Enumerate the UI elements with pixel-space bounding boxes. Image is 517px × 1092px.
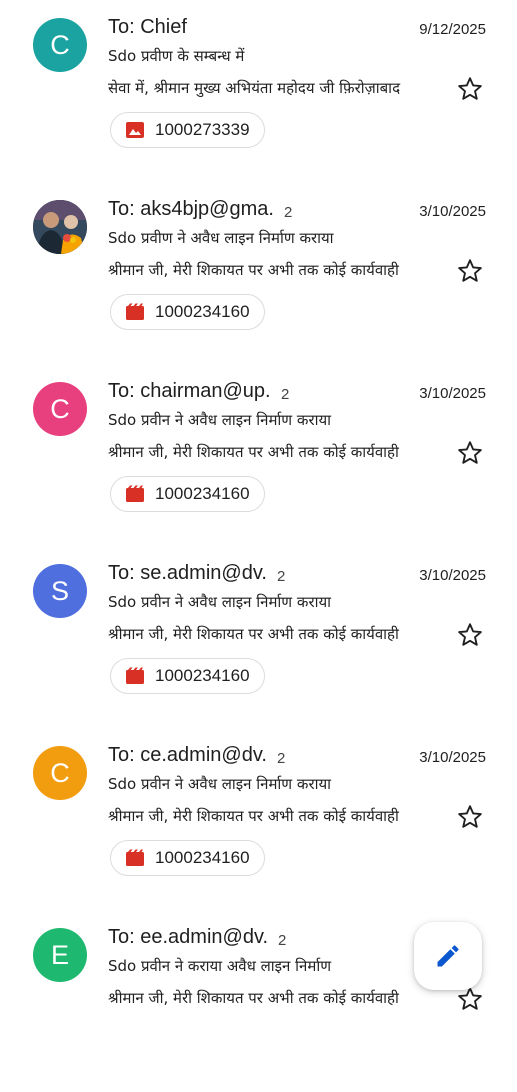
email-row[interactable]: C To: chairman@up. 2 3/10/2025 Sdo प्रवीन ने… xyxy=(0,364,517,546)
date: 3/10/2025 xyxy=(419,567,486,584)
subject: Sdo प्रवीन ने अवैध लाइन निर्माण कराया xyxy=(108,593,332,611)
attachment-name: 1000234160 xyxy=(155,848,250,867)
attachment-chip[interactable]: 1000273339 xyxy=(110,112,265,148)
avatar xyxy=(33,200,87,254)
snippet: श्रीमान जी, मेरी शिकायत पर अभी तक कोई का… xyxy=(108,625,399,643)
avatar: C xyxy=(33,746,87,800)
recipient: To: ce.admin@dv. xyxy=(108,744,267,766)
video-icon xyxy=(126,303,144,320)
star-button[interactable] xyxy=(455,802,485,832)
date: 3/10/2025 xyxy=(419,203,486,220)
attachment-icon xyxy=(125,121,145,139)
subject: Sdo प्रवीन ने कराया अवैध लाइन निर्माण xyxy=(108,957,332,975)
thread-count: 2 xyxy=(281,386,290,403)
recipient: To: ee.admin@dv. xyxy=(108,926,269,948)
snippet: श्रीमान जी, मेरी शिकायत पर अभी तक कोई का… xyxy=(108,443,399,461)
avatar: C xyxy=(33,18,87,72)
subject: Sdo प्रवीण ने अवैध लाइन निर्माण कराया xyxy=(108,229,334,247)
video-icon xyxy=(126,849,144,866)
avatar: C xyxy=(33,382,87,436)
email-row[interactable]: To: aks4bjp@gma. 2 3/10/2025 Sdo प्रवीण ने … xyxy=(0,182,517,364)
avatar: E xyxy=(33,928,87,982)
star-icon xyxy=(458,77,482,100)
attachment-name: 1000234160 xyxy=(155,302,250,321)
image-icon xyxy=(126,122,144,138)
star-button[interactable] xyxy=(455,438,485,468)
attachment-chip[interactable]: 1000234160 xyxy=(110,476,265,512)
attachment-chip[interactable]: 1000234160 xyxy=(110,658,265,694)
attachment-icon xyxy=(125,667,145,685)
thread-count: 2 xyxy=(284,204,293,221)
snippet: श्रीमान जी, मेरी शिकायत पर अभी तक कोई का… xyxy=(108,807,399,825)
date: 3/10/2025 xyxy=(419,385,486,402)
star-button[interactable] xyxy=(455,620,485,650)
subject: Sdo प्रवीण के सम्बन्ध में xyxy=(108,47,245,65)
compose-button[interactable] xyxy=(414,922,482,990)
attachment-icon xyxy=(125,303,145,321)
star-icon xyxy=(458,623,482,646)
star-icon xyxy=(458,805,482,828)
avatar: S xyxy=(33,564,87,618)
attachment-chip[interactable]: 1000234160 xyxy=(110,840,265,876)
subject: Sdo प्रवीन ने अवैध लाइन निर्माण कराया xyxy=(108,411,332,429)
recipient: To: aks4bjp@gma. xyxy=(108,198,274,220)
date: 3/10/2025 xyxy=(419,749,486,766)
attachment-name: 1000273339 xyxy=(155,120,250,139)
attachment-name: 1000234160 xyxy=(155,484,250,503)
attachment-icon xyxy=(125,849,145,867)
attachment-chip[interactable]: 1000234160 xyxy=(110,294,265,330)
recipient: To: Chief xyxy=(108,16,187,38)
star-icon xyxy=(458,441,482,464)
snippet: श्रीमान जी, मेरी शिकायत पर अभी तक कोई का… xyxy=(108,261,399,279)
email-row[interactable]: S To: se.admin@dv. 2 3/10/2025 Sdo प्रवीन ने… xyxy=(0,546,517,728)
attachment-icon xyxy=(125,485,145,503)
video-icon xyxy=(126,667,144,684)
email-row[interactable]: C To: ce.admin@dv. 2 3/10/2025 Sdo प्रवीन ने… xyxy=(0,728,517,910)
thread-count: 2 xyxy=(278,932,287,949)
snippet: सेवा में, श्रीमान मुख्य अभियंता महोदय जी… xyxy=(108,79,401,97)
snippet: श्रीमान जी, मेरी शिकायत पर अभी तक कोई का… xyxy=(108,989,399,1007)
recipient: To: se.admin@dv. xyxy=(108,562,267,584)
recipient: To: chairman@up. xyxy=(108,380,271,402)
subject: Sdo प्रवीन ने अवैध लाइन निर्माण कराया xyxy=(108,775,332,793)
thread-count: 2 xyxy=(277,750,286,767)
avatar-photo xyxy=(33,200,87,254)
video-icon xyxy=(126,485,144,502)
star-icon xyxy=(458,259,482,282)
star-button[interactable] xyxy=(455,74,485,104)
date: 9/12/2025 xyxy=(419,21,486,38)
star-button[interactable] xyxy=(455,256,485,286)
thread-count: 2 xyxy=(277,568,286,585)
pencil-icon xyxy=(437,945,459,967)
email-row[interactable]: C To: Chief 9/12/2025 Sdo प्रवीण के सम्बन्ध… xyxy=(0,0,517,182)
attachment-name: 1000234160 xyxy=(155,666,250,685)
